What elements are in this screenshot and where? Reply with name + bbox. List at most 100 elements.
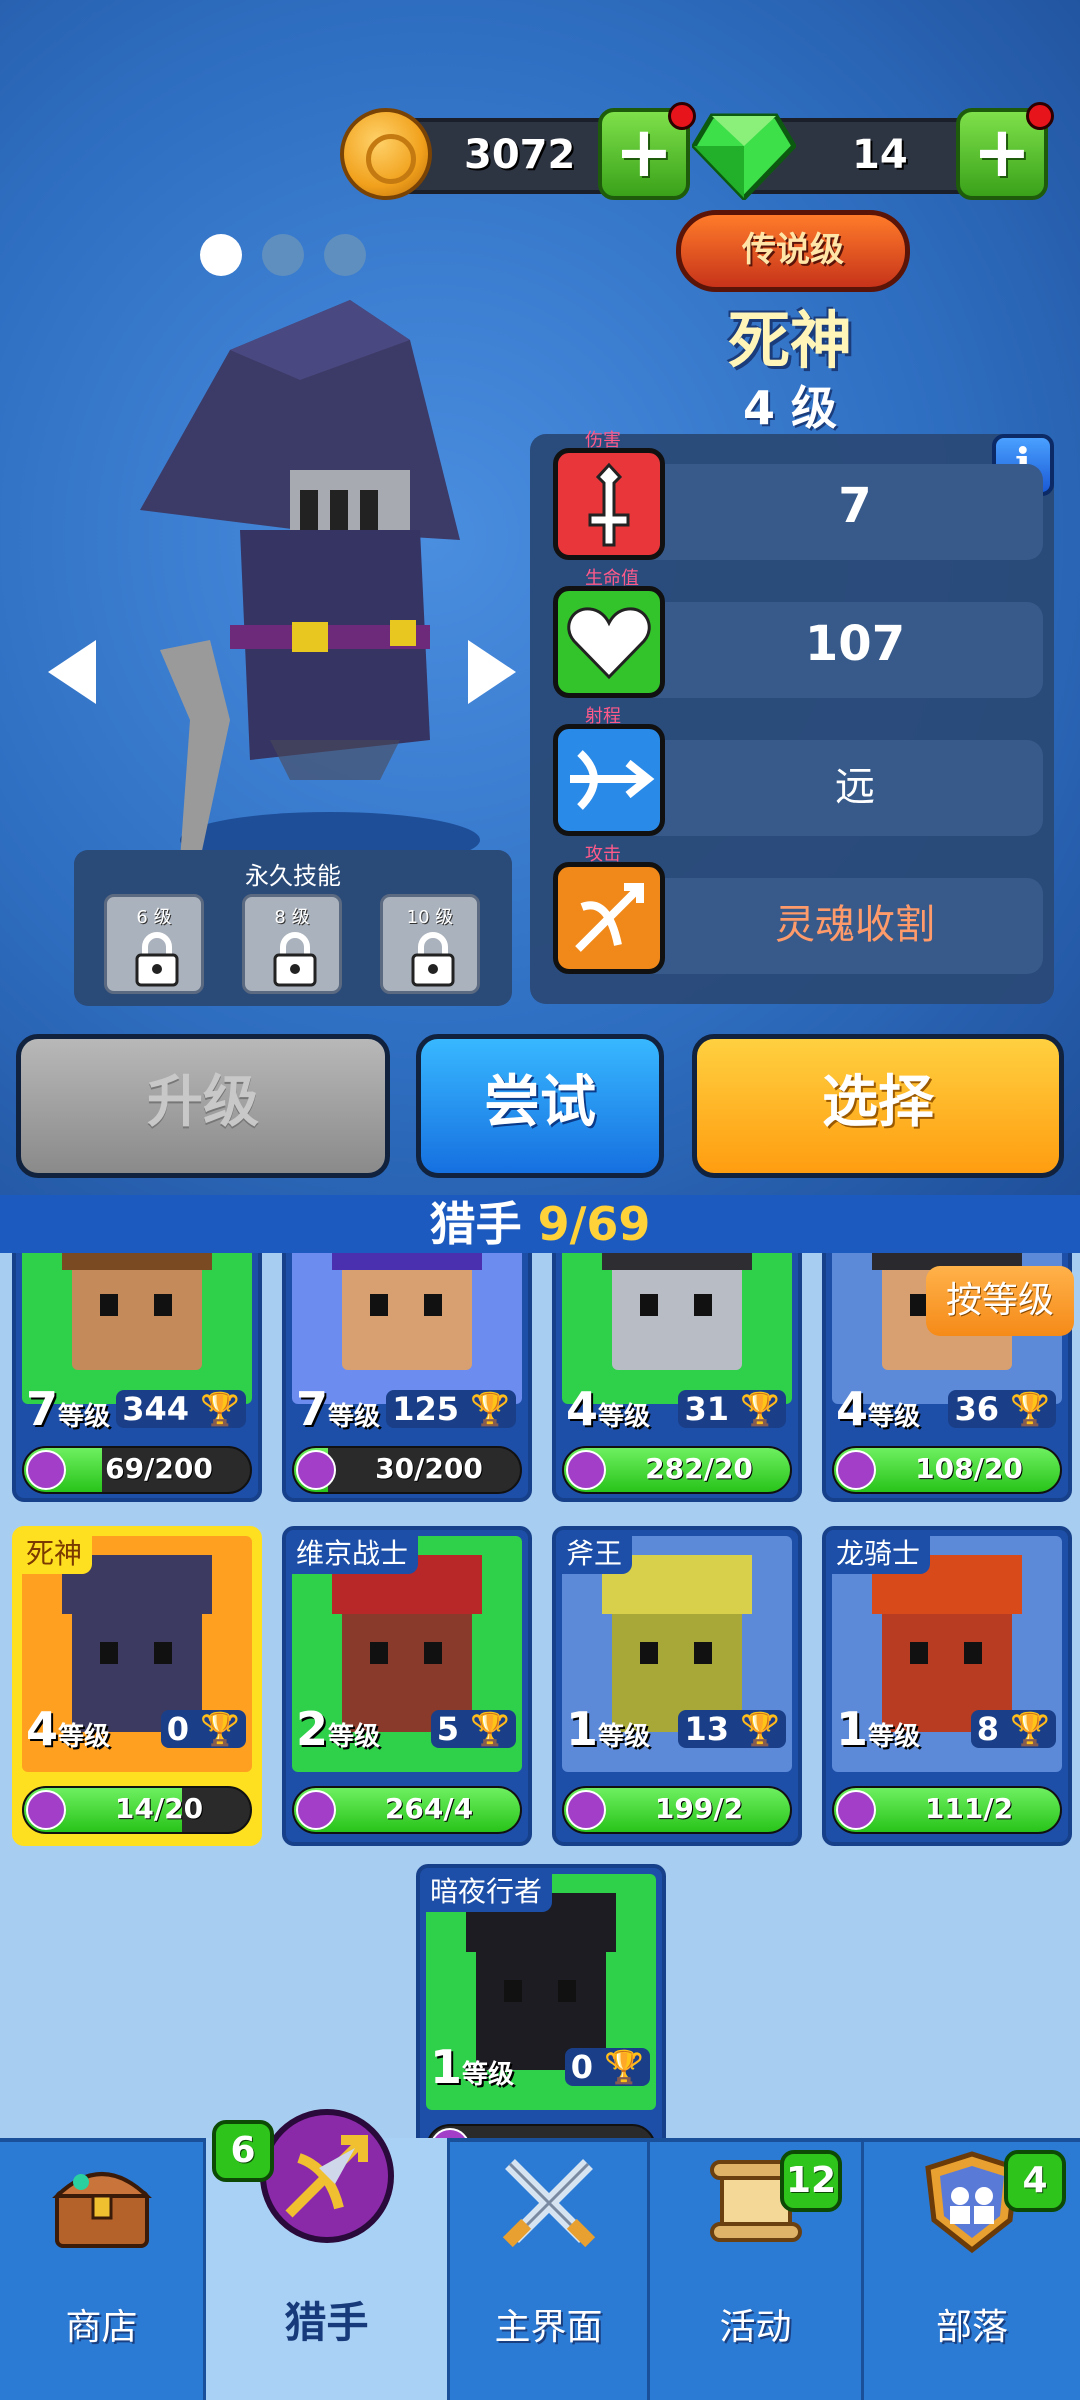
select-button[interactable]: 选择 [692, 1034, 1064, 1178]
trophy-count: 344 🏆 [116, 1390, 246, 1428]
stat-caption: 攻击 [585, 844, 621, 865]
permanent-skills-panel: 永久技能 6 级 8 级 10 级 [74, 850, 512, 1006]
stat-attack: 攻击 灵魂收割 [545, 844, 1043, 974]
trophy-count: 0 🏆 [564, 2048, 650, 2086]
stat-damage: 伤害 7 [545, 430, 1043, 560]
hunter-name: 斧王 [556, 1530, 633, 1574]
hunter-level: 4等级 [26, 1702, 111, 1756]
hero-model [140, 300, 480, 860]
stat-caption: 生命值 [585, 568, 639, 589]
page-dot[interactable] [324, 234, 366, 276]
hunter-level: 7等级 [296, 1382, 381, 1436]
hunter-level: 1等级 [566, 1702, 651, 1756]
stat-caption: 射程 [585, 706, 621, 727]
try-button[interactable]: 尝试 [416, 1034, 664, 1178]
stat-caption: 伤害 [585, 430, 621, 451]
hunters-badge: 6 [212, 2120, 274, 2182]
card-shard-icon [566, 1790, 606, 1830]
hunter-level: 7等级 [26, 1382, 111, 1436]
tab-label: 主界面 [494, 2307, 603, 2348]
hunter-count: 9/69 [537, 1197, 651, 1251]
add-gems-button[interactable]: + [956, 102, 1054, 200]
stat-value: 107 [804, 616, 906, 672]
trophy-count: 31 🏆 [678, 1390, 786, 1428]
card-progress-bar: 30/200 [292, 1446, 522, 1494]
progress-text: 282/20 [645, 1452, 753, 1485]
next-hero-arrow[interactable] [468, 640, 516, 704]
progress-text: 14/20 [114, 1792, 204, 1825]
coin-icon [340, 108, 432, 200]
hunter-level: 2等级 [296, 1702, 381, 1756]
hunter-card-night-walker[interactable]: 暗夜行者 1等级 0 🏆 [416, 1864, 666, 2164]
hunter-level: 4等级 [566, 1382, 651, 1436]
hunter-card-elf[interactable]: 7等级 344 🏆 69/200 [12, 1240, 262, 1502]
rarity-badge: 传说级 [676, 210, 910, 292]
trophy-count: 36 🏆 [948, 1390, 1056, 1428]
tab-label: 商店 [65, 2307, 138, 2348]
progress-text: 30/200 [375, 1452, 483, 1485]
lock-icon [135, 932, 179, 987]
clan-badge: 4 [1004, 2150, 1066, 2212]
hunter-card-horned[interactable]: 7等级 125 🏆 30/200 [282, 1240, 532, 1502]
stat-value: 远 [835, 764, 875, 810]
lock-icon [273, 932, 317, 987]
card-progress-bar: 108/20 [832, 1446, 1062, 1494]
progress-text: 108/20 [915, 1452, 1023, 1485]
hero-level: 4 级 [742, 381, 838, 435]
card-progress-bar: 282/20 [562, 1446, 792, 1494]
card-shard-icon [836, 1450, 876, 1490]
add-coins-button[interactable]: + [598, 102, 696, 200]
hunter-name: 暗夜行者 [420, 1868, 553, 1912]
previous-hero-arrow[interactable] [48, 640, 96, 704]
page-dot[interactable] [262, 234, 304, 276]
card-shard-icon [296, 1790, 336, 1830]
stat-value: 灵魂收割 [775, 902, 935, 948]
skill-slot-locked[interactable]: 10 级 [380, 894, 480, 994]
progress-text: 199/2 [654, 1792, 744, 1825]
skill-slot-locked[interactable]: 8 级 [242, 894, 342, 994]
progress-text: 69/200 [105, 1452, 213, 1485]
hunter-portrait [22, 1244, 252, 1404]
trophy-count: 125 🏆 [386, 1390, 516, 1428]
hero-name: 死神 [727, 304, 852, 377]
tab-label: 部落 [935, 2307, 1008, 2348]
hunter-name: 维京战士 [286, 1530, 419, 1574]
card-shard-icon [26, 1790, 66, 1830]
hunter-card-viking[interactable]: 维京战士 2等级 5 🏆 264/4 [282, 1526, 532, 1846]
upgrade-button[interactable]: 升级 [16, 1034, 390, 1178]
stat-health: 生命值 107 [545, 568, 1043, 698]
crossbow-icon [259, 2109, 394, 2243]
progress-text: 264/4 [384, 1792, 474, 1825]
tab-label: 活动 [719, 2307, 792, 2348]
stat-range: 射程 远 [545, 706, 1043, 836]
hunter-list-header: 猎手 9/69 [0, 1195, 1080, 1253]
treasure-chest-icon [51, 2172, 152, 2248]
add-coins-label: + [614, 111, 674, 193]
crossbow-icon [553, 724, 665, 836]
tab-main[interactable]: 主界面 [450, 2138, 650, 2400]
sword-icon [553, 448, 665, 560]
hunter-card-dragon-knight[interactable]: 龙骑士 1等级 8 🏆 111/2 [822, 1526, 1072, 1846]
trophy-count: 8 🏆 [970, 1710, 1056, 1748]
heart-icon [553, 586, 665, 698]
tab-shop[interactable]: 商店 [0, 2138, 206, 2400]
hunter-card-axe-king[interactable]: 斧王 1等级 13 🏆 199/2 [552, 1526, 802, 1846]
bow-arrow-icon [553, 862, 665, 974]
hunter-name: 死神 [16, 1530, 93, 1574]
crossed-swords-icon [502, 2159, 595, 2248]
card-progress-bar: 199/2 [562, 1786, 792, 1834]
gem-icon [692, 113, 796, 200]
hunter-portrait [292, 1244, 522, 1404]
sort-by-level-button[interactable]: 按等级 [926, 1266, 1074, 1336]
hunter-card-reaper[interactable]: 死神 4等级 0 🏆 14/20 [12, 1526, 262, 1846]
hunter-card-wizard[interactable]: 4等级 31 🏆 282/20 [552, 1240, 802, 1502]
lock-icon [411, 932, 455, 987]
notification-dot [1026, 102, 1054, 130]
page-dot-active[interactable] [200, 234, 242, 276]
card-progress-bar: 69/200 [22, 1446, 252, 1494]
card-shard-icon [296, 1450, 336, 1490]
permanent-skills-title: 永久技能 [245, 862, 341, 890]
events-badge: 12 [780, 2150, 842, 2212]
gem-amount: 14 [852, 132, 908, 178]
skill-slot-locked[interactable]: 6 级 [104, 894, 204, 994]
